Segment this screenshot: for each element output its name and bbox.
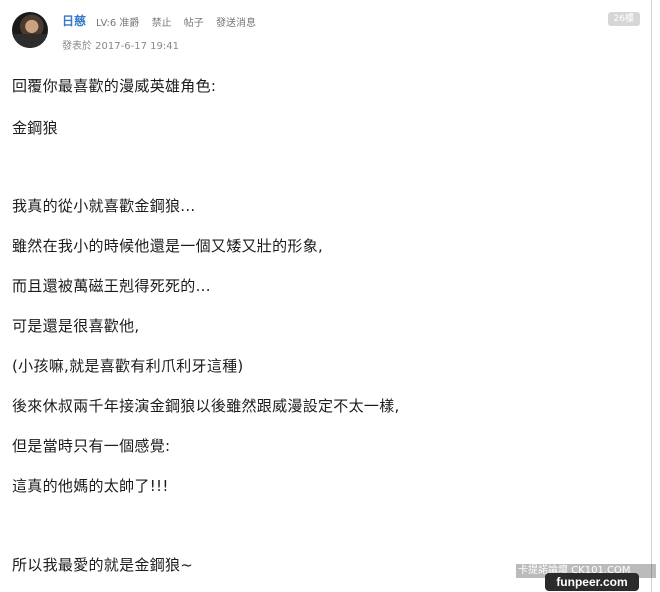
posts-link[interactable]: 帖子 (184, 18, 204, 29)
post-time: 發表於 2017-6-17 19:41 (62, 41, 179, 52)
post-line: 雖然在我小的時候他還是一個又矮又壯的形象, (12, 237, 324, 255)
floor-badge[interactable]: 26樓 (607, 12, 640, 26)
post-line: 可是還是很喜歡他, (12, 317, 140, 335)
post-line: 而且還被萬磁王剋得死死的... (12, 277, 211, 295)
post-line: 這真的他媽的太帥了!!! (12, 477, 169, 495)
post-line: (小孩嘛,就是喜歡有利爪利牙這種) (12, 357, 244, 375)
send-message-link[interactable]: 發送消息 (216, 18, 256, 29)
avatar[interactable] (12, 12, 48, 48)
user-meta: LV:6 准爵 禁止 帖子 發送消息 (96, 14, 265, 29)
post-line: 我真的從小就喜歡金鋼狼... (12, 197, 196, 215)
post-line: 但是當時只有一個感覺: (12, 437, 171, 455)
user-level: LV:6 准爵 (96, 18, 140, 29)
username-link[interactable]: 日慈 (62, 12, 86, 29)
ban-link[interactable]: 禁止 (152, 18, 172, 29)
post-line: 所以我最愛的就是金鋼狼~ (12, 556, 194, 574)
post-line: 回覆你最喜歡的漫威英雄角色: (12, 77, 217, 95)
funpeer-watermark: funpeer.com (545, 573, 639, 591)
post-line: 後來休叔兩千年接演金鋼狼以後雖然跟威漫設定不太一樣, (12, 397, 400, 415)
post-header: 日慈 LV:6 准爵 禁止 帖子 發送消息 發表於 2017-6-17 19:4… (12, 10, 640, 56)
post-line: 金鋼狼 (12, 119, 58, 137)
